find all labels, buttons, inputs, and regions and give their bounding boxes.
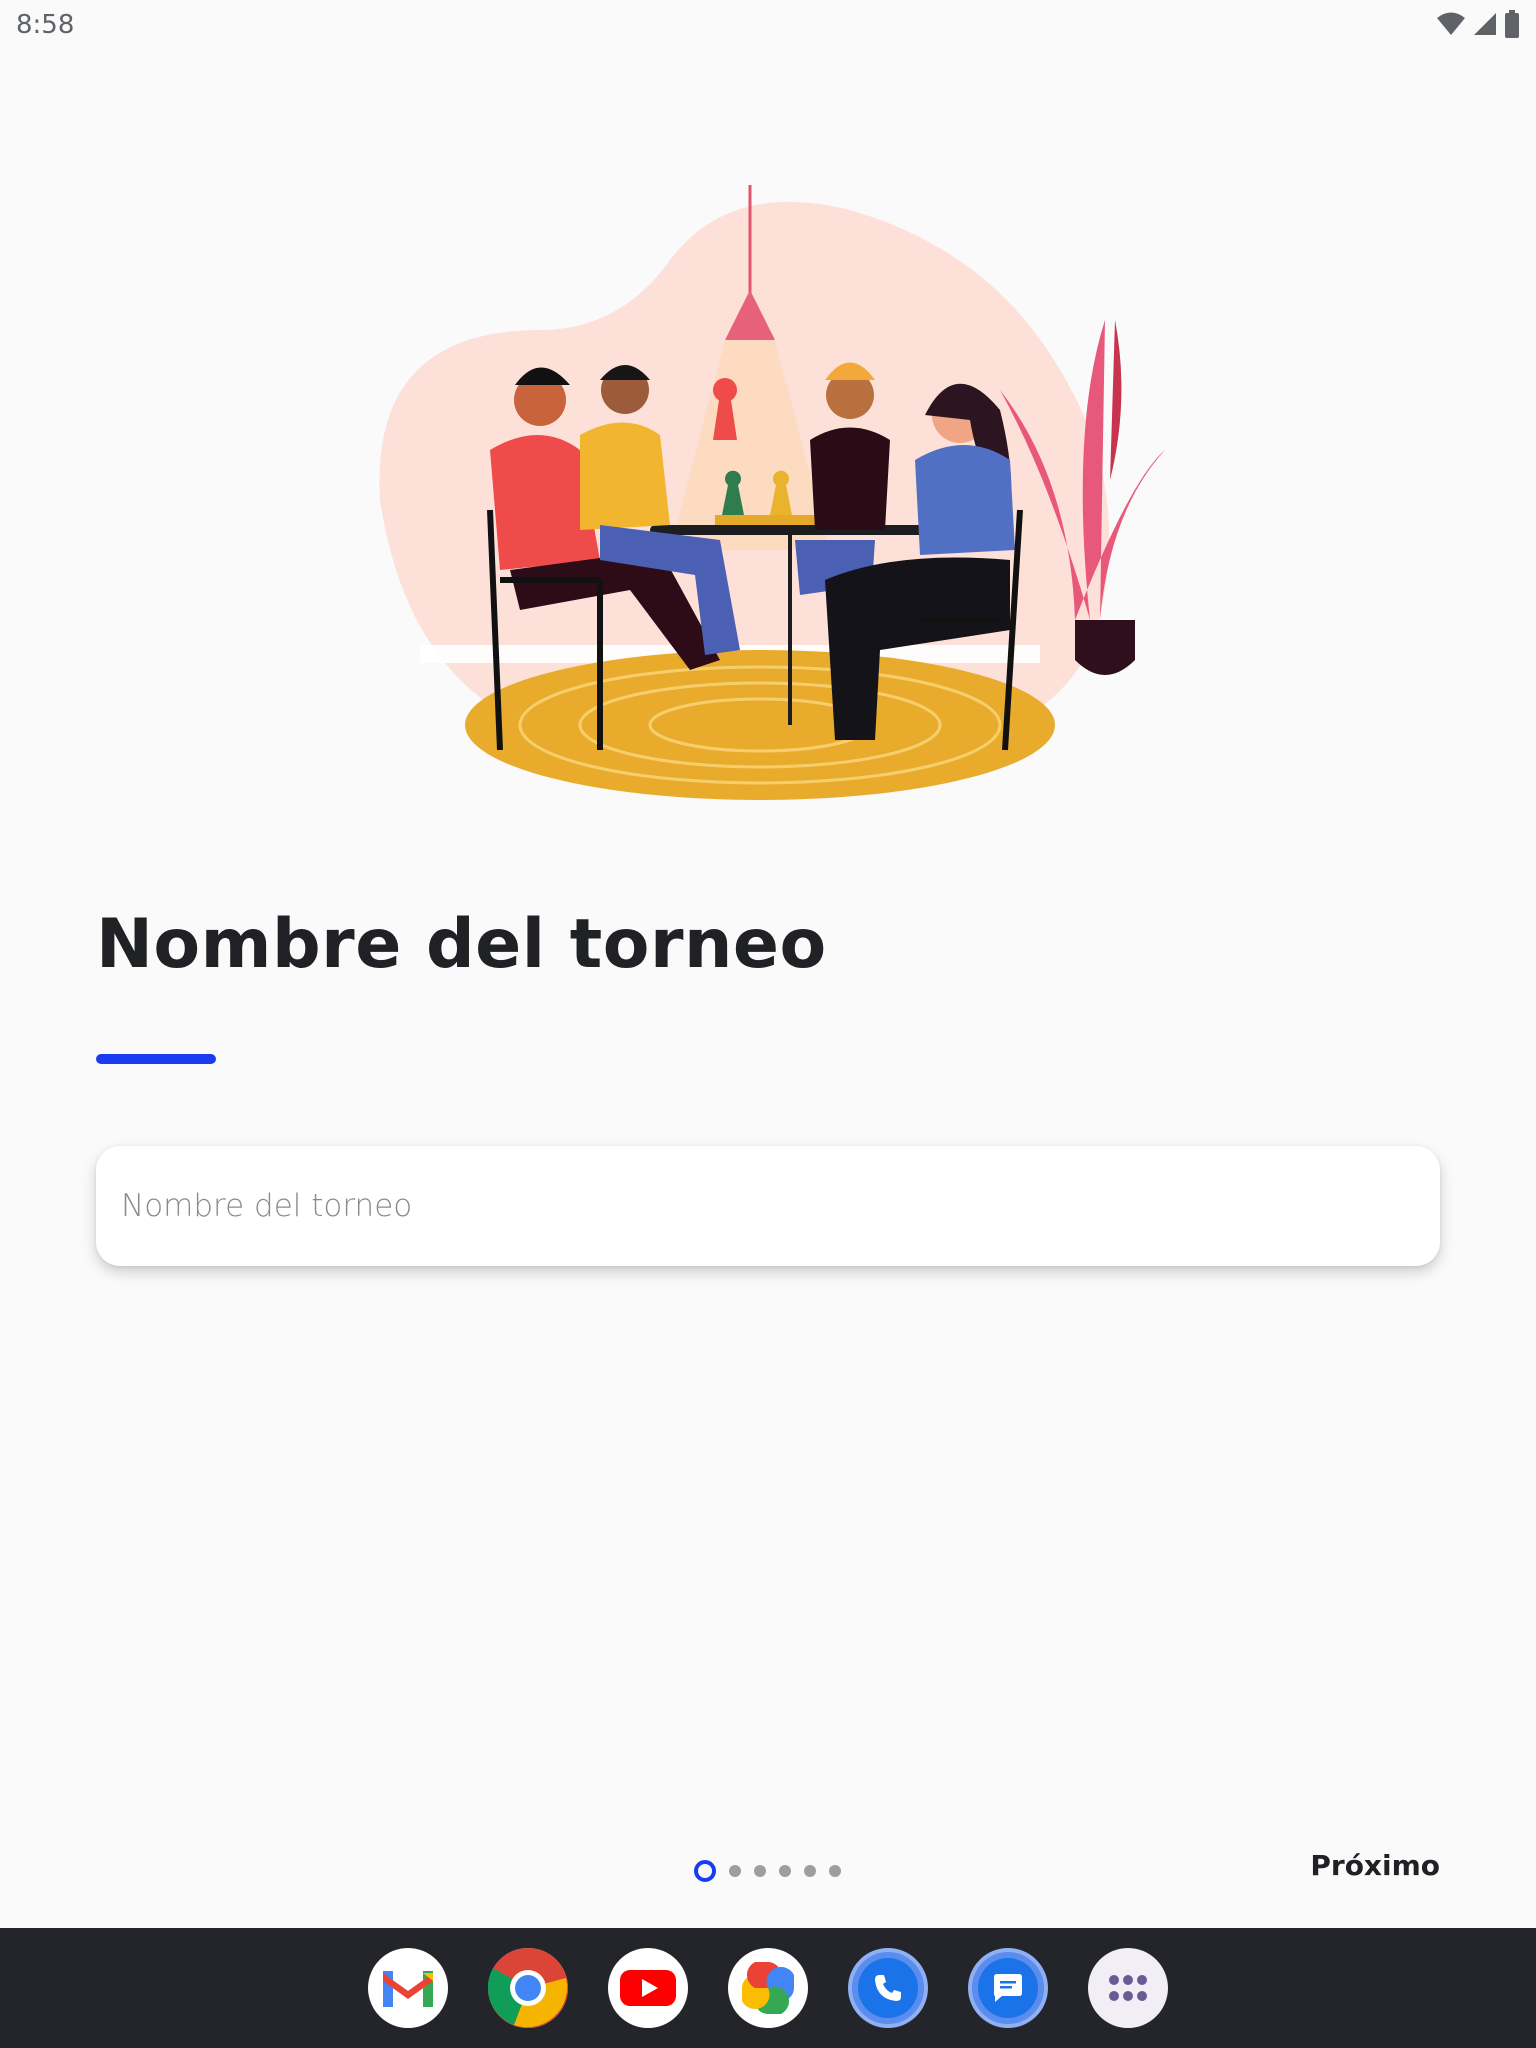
cellular-signal-icon [1472,11,1498,37]
status-icons [1436,10,1520,38]
photos-icon[interactable] [728,1948,808,2028]
wifi-icon [1436,11,1466,37]
title-underline [96,1054,216,1064]
battery-icon [1504,10,1520,38]
page-dot-1 [694,1860,716,1882]
tournament-name-field-container [96,1146,1440,1266]
messages-icon[interactable] [968,1948,1048,2028]
chrome-icon[interactable] [488,1948,568,2028]
status-time: 8:58 [16,10,75,40]
gmail-icon[interactable] [368,1948,448,2028]
status-bar: 8:58 [0,0,1536,48]
app-drawer-icon[interactable] [1088,1948,1168,2028]
page-dot-4 [779,1865,791,1877]
chat-bubble-icon [978,1958,1038,2018]
next-button[interactable]: Próximo [1310,1845,1440,1886]
page-title: Nombre del torneo [96,905,827,984]
page-dot-3 [754,1865,766,1877]
phone-icon[interactable] [848,1948,928,2028]
youtube-icon[interactable] [608,1948,688,2028]
page-dot-6 [829,1865,841,1877]
board-game-illustration [370,180,1170,810]
page-dot-2 [729,1865,741,1877]
page-dot-5 [804,1865,816,1877]
app-dock [0,1928,1536,2048]
page-indicator [694,1860,841,1882]
phone-handset-icon [858,1958,918,2018]
tournament-name-input[interactable] [96,1146,1440,1266]
